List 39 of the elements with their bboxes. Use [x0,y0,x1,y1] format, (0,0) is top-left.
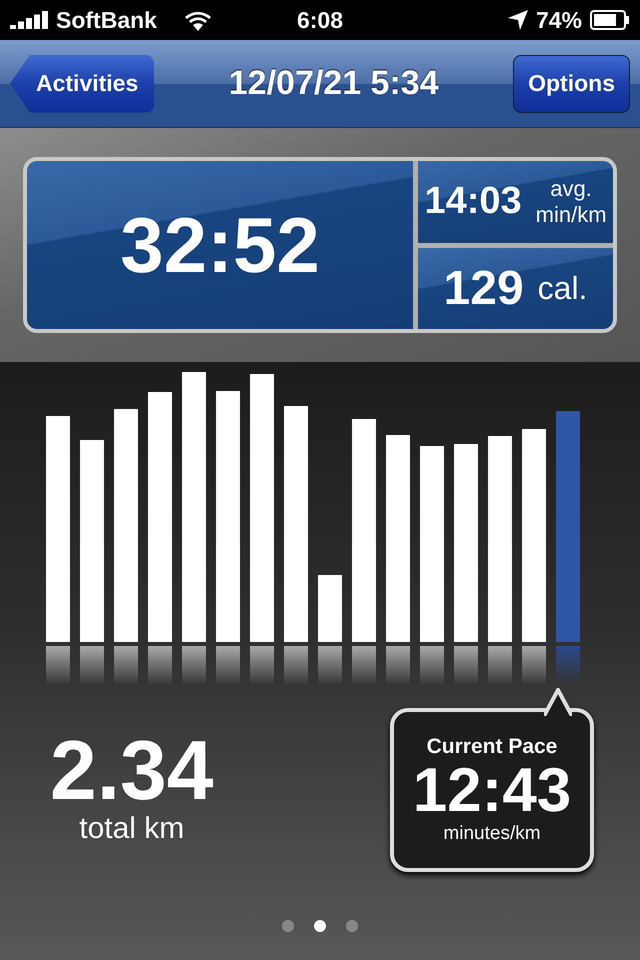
pace-bar[interactable] [46,416,70,685]
calories-value: 129 [444,260,524,316]
pace-bar[interactable] [522,429,546,685]
pace-bar[interactable] [216,391,240,685]
pace-bar[interactable] [114,409,138,685]
location-arrow-icon [508,10,528,30]
unit-label: min/km [536,202,607,228]
pace-bar[interactable] [80,440,104,685]
calories-unit: cal. [538,270,588,307]
avg-pace-value: 14:03 [424,180,522,224]
page-dot[interactable] [282,920,294,932]
clock-time: 6:08 [296,6,344,34]
pace-bar[interactable] [318,575,342,685]
current-pace-label: Current Pace [426,735,558,759]
options-button[interactable]: Options [513,54,630,112]
pace-bar[interactable] [352,419,376,685]
wifi-icon [182,9,213,31]
pace-bar[interactable] [454,444,478,685]
duration-value: 32:52 [120,200,320,290]
signal-icon [10,11,48,29]
pace-bar[interactable] [148,392,172,685]
nav-title: 12/07/21 5:34 [228,64,440,103]
carrier-name: SoftBank [56,6,157,34]
unit-label: avg. [550,176,592,202]
pace-bar[interactable] [182,372,206,685]
page-dot[interactable] [346,920,358,932]
current-pace-value: 12:43 [412,759,572,823]
distance-unit: total km [79,812,184,846]
battery-icon [590,10,630,30]
pace-bar[interactable] [386,435,410,685]
distance-value: 2.34 [50,728,214,812]
battery-percent: 74% [536,6,582,34]
current-pace-unit: minutes/km [443,823,541,845]
pace-bar[interactable] [420,446,444,685]
pace-bar[interactable] [284,406,308,685]
pace-bar[interactable] [488,436,512,685]
pace-bar[interactable] [250,374,274,685]
back-button[interactable]: Activities [10,54,154,112]
page-dot[interactable] [314,920,326,932]
